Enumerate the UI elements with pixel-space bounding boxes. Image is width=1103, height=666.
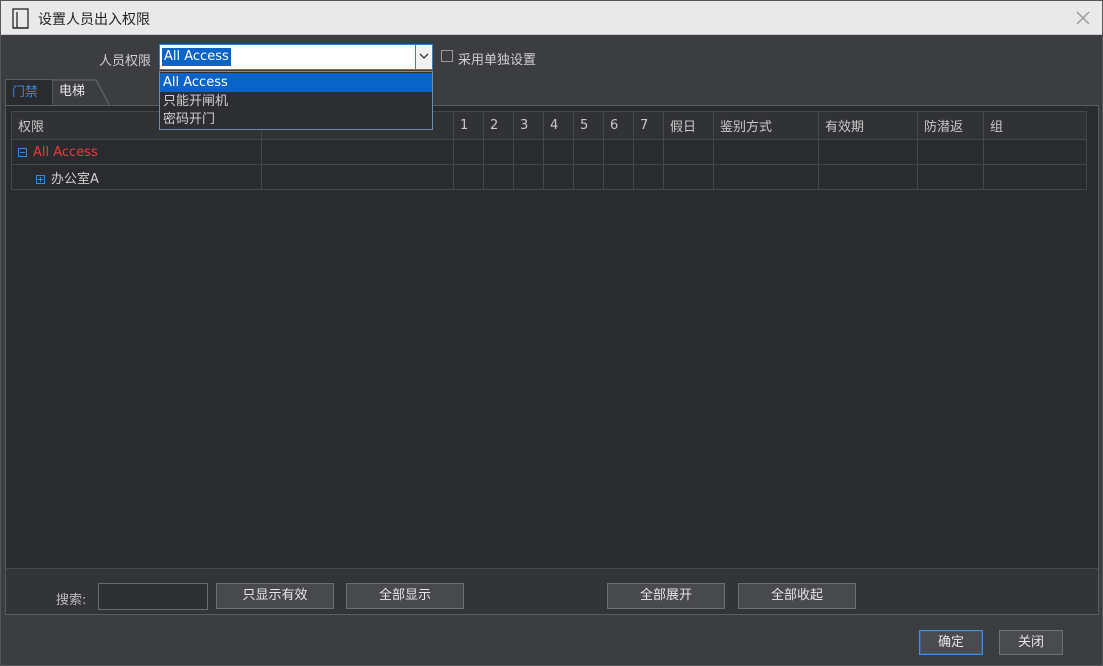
grid-cell[interactable] [453,164,484,190]
grid-cell[interactable] [633,139,664,165]
close-button[interactable]: 关闭 [999,630,1063,655]
column-header[interactable]: 组 [983,111,1087,140]
tree-node-child[interactable]: 办公室A [11,164,262,190]
close-icon[interactable] [1074,9,1092,27]
separate-setting-label: 采用单独设置 [458,53,537,68]
tab-elevator-label: 电梯 [59,84,86,99]
tree-node-label: 办公室A [51,171,99,187]
expand-all-button[interactable]: 全部展开 [607,583,725,609]
column-header[interactable]: 1 [453,111,484,140]
grid-cell[interactable] [818,164,918,190]
column-header[interactable]: 鉴别方式 [713,111,819,140]
tab-door-access[interactable]: 门禁 [5,79,53,106]
search-label: 搜索: [56,593,87,608]
dropdown-option[interactable]: All Access [160,73,432,92]
grid-cell[interactable] [453,139,484,165]
permission-dialog: 设置人员出入权限 人员权限 All Access 采用单独设置 门禁 电梯 权限… [0,0,1103,666]
grid-cell[interactable] [513,139,544,165]
grid-cell[interactable] [573,164,604,190]
tree-node-root[interactable]: All Access [11,139,262,165]
column-header[interactable]: 4 [543,111,574,140]
column-header[interactable]: 假日 [663,111,714,140]
collapse-all-button[interactable]: 全部收起 [738,583,856,609]
confirm-button[interactable]: 确定 [919,630,983,655]
collapse-icon[interactable] [18,147,27,157]
grid-cell[interactable] [917,139,984,165]
tree-node-label: All Access [33,144,98,160]
grid-cell[interactable] [543,164,574,190]
show-valid-button[interactable]: 只显示有效 [216,583,334,609]
grid-cell[interactable] [633,164,664,190]
column-header[interactable]: 2 [483,111,514,140]
dropdown-option[interactable]: 密码开门 [160,110,432,129]
table-row[interactable]: 办公室A [11,164,1087,190]
dropdown-arrow[interactable] [415,45,432,69]
permission-dropdown-list: All Access 只能开闸机 密码开门 [159,71,433,130]
column-header[interactable]: 6 [603,111,634,140]
grid-cell[interactable] [818,139,918,165]
grid-cell[interactable] [917,164,984,190]
grid-cell[interactable] [713,164,819,190]
door-icon [12,8,29,29]
grid-cell[interactable] [603,139,634,165]
window-title: 设置人员出入权限 [38,12,150,28]
grid-cell[interactable] [713,139,819,165]
column-header[interactable]: 有效期 [818,111,918,140]
column-header[interactable]: 防潜返 [917,111,984,140]
permission-select[interactable]: All Access [159,44,433,70]
grid-cell[interactable] [513,164,544,190]
grid-cell[interactable] [983,139,1087,165]
separate-setting-checkbox[interactable] [441,50,453,62]
grid-cell[interactable] [663,139,714,165]
grid-cell[interactable] [483,139,514,165]
permission-select-value: All Access [162,48,231,66]
search-input[interactable] [98,583,208,610]
show-all-button[interactable]: 全部显示 [346,583,464,609]
grid-cell[interactable] [543,139,574,165]
grid-cell[interactable] [483,164,514,190]
column-header[interactable]: 5 [573,111,604,140]
grid-toolbar: 搜索: 只显示有效 全部显示 全部展开 全部收起 [6,568,1098,614]
dropdown-option[interactable]: 只能开闸机 [160,92,432,111]
grid-cell[interactable] [983,164,1087,190]
table-row[interactable]: All Access [11,139,1087,165]
grid-cell[interactable] [573,139,604,165]
permission-label: 人员权限 [99,54,152,69]
tab-door-access-label: 门禁 [12,85,39,100]
permission-panel: 权限 1 2 3 4 5 6 7 假日 鉴别方式 有效期 防潜返 组 All A… [5,105,1099,615]
grid-cell[interactable] [261,139,454,165]
expand-icon[interactable] [36,174,45,184]
grid-cell[interactable] [603,164,634,190]
grid-cell[interactable] [261,164,454,190]
column-header[interactable]: 3 [513,111,544,140]
grid-cell[interactable] [663,164,714,190]
tab-elevator[interactable]: 电梯 [52,79,112,106]
title-bar: 设置人员出入权限 [1,1,1102,35]
chevron-down-icon [419,53,429,59]
column-header[interactable]: 7 [633,111,664,140]
